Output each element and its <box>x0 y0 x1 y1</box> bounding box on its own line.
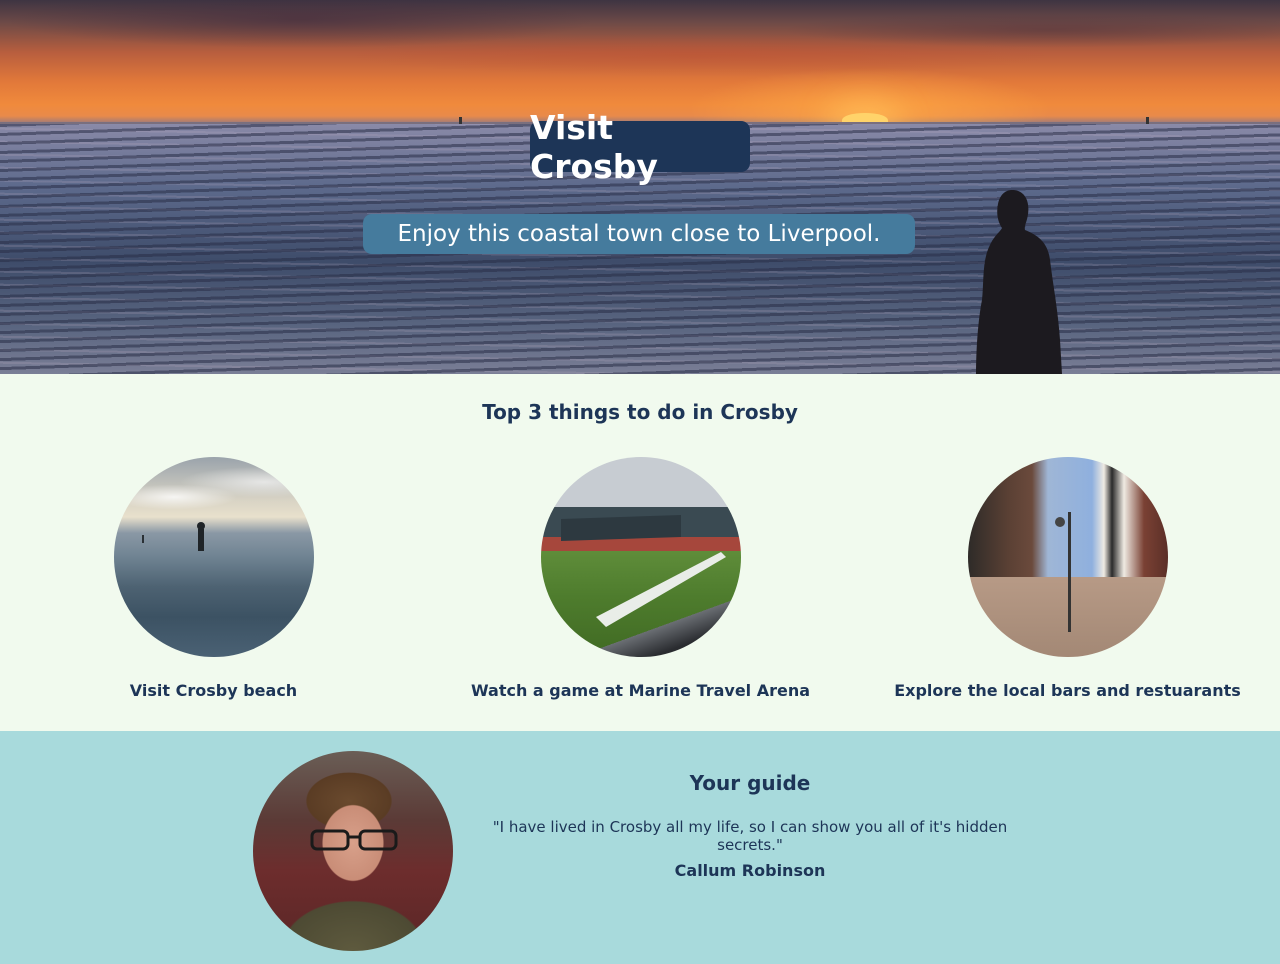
activity-label: Visit Crosby beach <box>129 681 298 700</box>
town-street-photo <box>967 457 1168 657</box>
activity-card-stadium: Watch a game at Marine Travel Arena <box>427 457 854 700</box>
activity-card-beach: Visit Crosby beach <box>0 457 427 700</box>
section-heading: Top 3 things to do in Crosby <box>482 400 798 424</box>
sunset-sky <box>0 0 1280 122</box>
activity-card-town: Explore the local bars and restuarants <box>854 457 1280 700</box>
top-things-section: Top 3 things to do in Crosby Visit Crosb… <box>0 374 1280 731</box>
guide-photo <box>253 751 453 951</box>
distant-boat <box>459 117 462 124</box>
hero-subtitle: Enjoy this coastal town close to Liverpo… <box>363 214 915 254</box>
guide-section: Your guide "I have lived in Crosby all m… <box>0 731 1280 964</box>
distant-boat <box>1146 117 1149 124</box>
beach-photo <box>113 457 314 657</box>
hero-section: Visit Crosby Enjoy this coastal town clo… <box>0 0 1280 374</box>
stadium-photo <box>540 457 741 657</box>
guide-name: Callum Robinson <box>674 861 826 880</box>
guide-quote: "I have lived in Crosby all my life, so … <box>492 818 1008 854</box>
hero-title: Visit Crosby <box>530 108 750 186</box>
activity-label: Explore the local bars and restuarants <box>894 681 1241 700</box>
activity-label: Watch a game at Marine Travel Arena <box>470 681 811 700</box>
guide-heading: Your guide <box>689 771 811 795</box>
iron-man-statue <box>976 190 1062 374</box>
